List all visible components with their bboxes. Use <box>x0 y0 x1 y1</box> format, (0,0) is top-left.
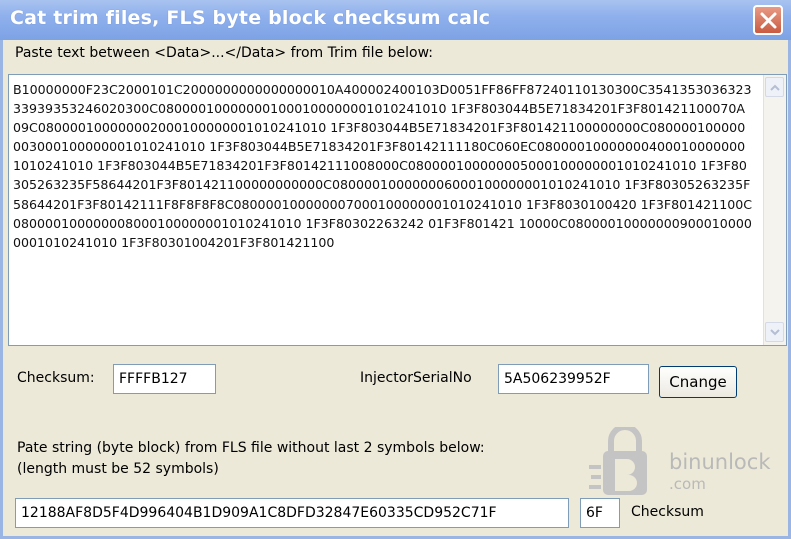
watermark-logo: binunlock .com <box>589 424 789 499</box>
watermark-domain: .com <box>669 475 706 493</box>
fls-byte-block-field[interactable]: 12188AF8D5F4D996404B1D909A1C8DFD32847E60… <box>15 498 569 528</box>
watermark-text: binunlock <box>669 450 771 474</box>
change-button[interactable]: Cnange <box>659 366 737 398</box>
scroll-down-button[interactable] <box>765 322 784 342</box>
fls-instruction-label: Pate string (byte block) from FLS file w… <box>17 440 485 456</box>
title-bar[interactable]: Cat trim files, FLS byte block checksum … <box>0 0 791 40</box>
injector-serial-field[interactable]: 5A506239952F <box>498 364 649 394</box>
app-window: Cat trim files, FLS byte block checksum … <box>0 0 791 539</box>
close-icon <box>760 12 777 29</box>
trim-data-text: B10000000F23C2000101C2000000000000000010… <box>13 82 753 250</box>
fls-checksum-label: Checksum <box>631 504 704 520</box>
close-button[interactable] <box>753 5 783 35</box>
chevron-up-icon <box>770 84 780 91</box>
fls-length-hint: (length must be 52 symbols) <box>17 461 219 477</box>
scroll-up-button[interactable] <box>765 77 784 97</box>
checksum-field[interactable]: FFFFB127 <box>113 364 216 394</box>
trim-instruction-label: Paste text between <Data>...</Data> from… <box>15 45 433 61</box>
lock-icon <box>589 424 647 495</box>
window-title: Cat trim files, FLS byte block checksum … <box>10 7 491 29</box>
checksum-label: Checksum: <box>17 370 95 386</box>
chevron-down-icon <box>770 329 780 336</box>
vertical-scrollbar[interactable] <box>763 75 786 345</box>
fls-checksum-field[interactable]: 6F <box>580 498 620 528</box>
trim-data-textarea[interactable]: B10000000F23C2000101C2000000000000000010… <box>8 74 787 346</box>
injector-serial-label: InjectorSerialNo <box>360 370 472 386</box>
